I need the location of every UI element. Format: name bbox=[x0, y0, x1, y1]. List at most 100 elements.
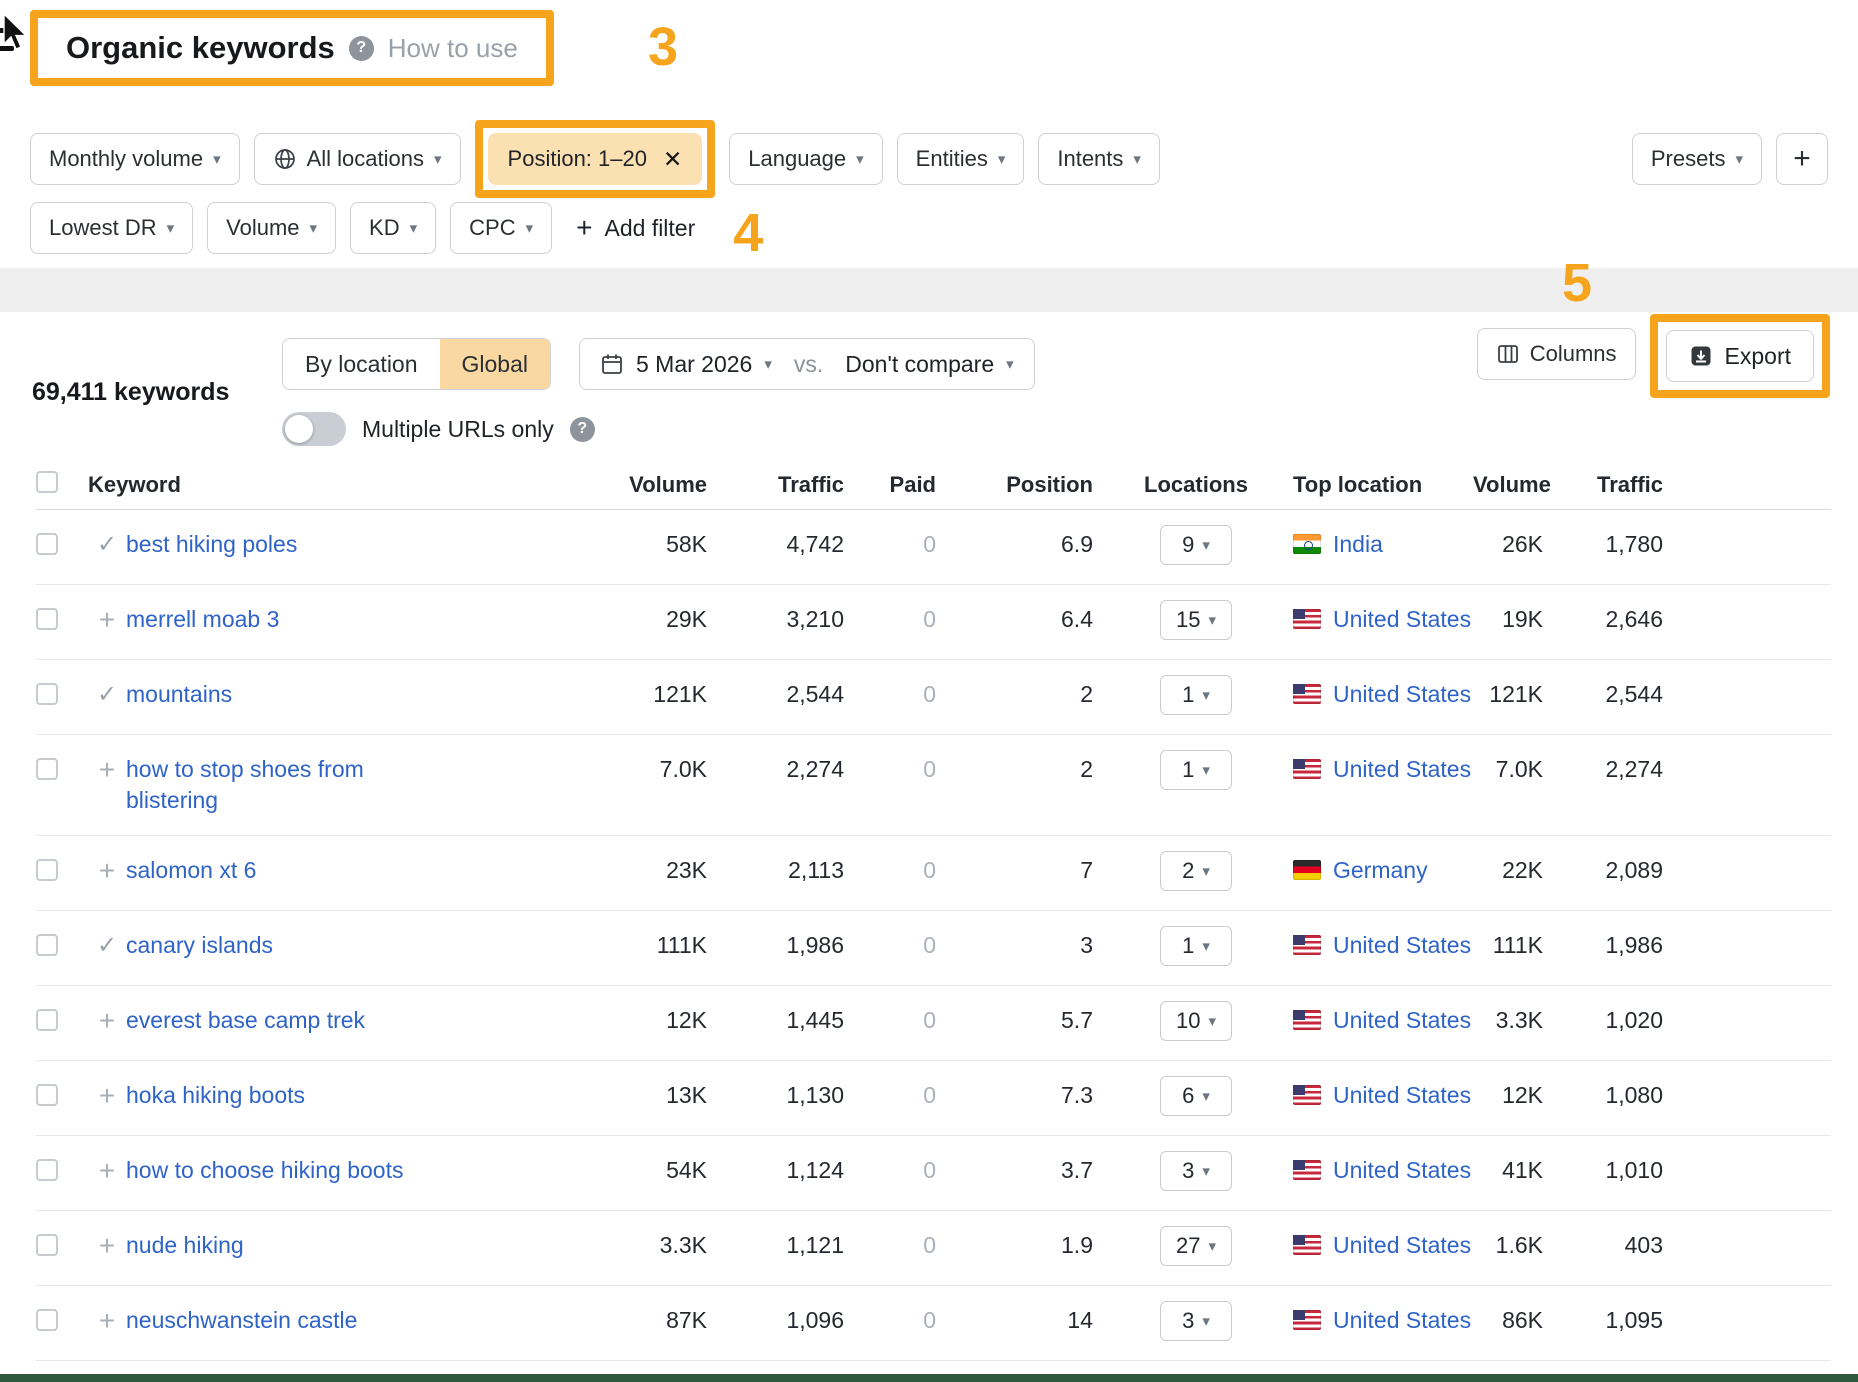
header-volume[interactable]: Volume bbox=[466, 472, 707, 498]
keyword-link[interactable]: hoka hiking boots bbox=[126, 1080, 305, 1111]
add-keyword-icon[interactable]: + bbox=[99, 855, 115, 886]
header-locations[interactable]: Locations bbox=[1093, 472, 1273, 498]
add-keyword-icon[interactable]: + bbox=[99, 1155, 115, 1186]
header-traffic-2[interactable]: Traffic bbox=[1543, 472, 1663, 498]
traffic-value: 1,124 bbox=[707, 1155, 844, 1186]
keyword-link[interactable]: best hiking poles bbox=[126, 529, 297, 560]
locations-dropdown[interactable]: 10 ▾ bbox=[1160, 1001, 1232, 1041]
locations-dropdown[interactable]: 27 ▾ bbox=[1160, 1226, 1232, 1266]
top-location-link[interactable]: United States bbox=[1333, 679, 1471, 710]
keyword-link[interactable]: nude hiking bbox=[126, 1230, 244, 1261]
row-checkbox[interactable] bbox=[36, 1234, 58, 1256]
traffic-value: 2,274 bbox=[707, 754, 844, 785]
row-checkbox[interactable] bbox=[36, 758, 58, 780]
top-location-link[interactable]: United States bbox=[1333, 604, 1471, 635]
global-tab[interactable]: Global bbox=[440, 339, 550, 389]
by-location-tab[interactable]: By location bbox=[283, 339, 440, 389]
keyword-link[interactable]: salomon xt 6 bbox=[126, 855, 256, 886]
intents-filter[interactable]: Intents ▾ bbox=[1038, 133, 1160, 185]
keyword-link[interactable]: merrell moab 3 bbox=[126, 604, 279, 635]
select-all-checkbox[interactable] bbox=[36, 471, 58, 493]
position-filter-chip[interactable]: Position: 1–20 ✕ bbox=[488, 133, 703, 185]
add-keyword-icon[interactable]: + bbox=[99, 1005, 115, 1036]
top-location-link[interactable]: United States bbox=[1333, 1305, 1471, 1336]
header-volume-2[interactable]: Volume bbox=[1473, 472, 1543, 498]
language-filter[interactable]: Language ▾ bbox=[729, 133, 882, 185]
header-traffic[interactable]: Traffic bbox=[707, 472, 844, 498]
top-location-link[interactable]: India bbox=[1333, 529, 1383, 560]
top-location-link[interactable]: United States bbox=[1333, 930, 1471, 961]
keyword-link[interactable]: canary islands bbox=[126, 930, 273, 961]
header-keyword[interactable]: Keyword bbox=[88, 472, 466, 498]
row-checkbox[interactable] bbox=[36, 934, 58, 956]
help-icon[interactable]: ? bbox=[349, 36, 374, 61]
header-top-location[interactable]: Top location bbox=[1273, 472, 1473, 498]
locations-dropdown[interactable]: 3 ▾ bbox=[1160, 1301, 1232, 1341]
columns-button[interactable]: Columns bbox=[1477, 328, 1636, 380]
help-icon[interactable]: ? bbox=[570, 417, 595, 442]
multiple-urls-toggle[interactable] bbox=[282, 412, 346, 446]
top-traffic-value: 1,080 bbox=[1543, 1080, 1663, 1111]
row-checkbox[interactable] bbox=[36, 533, 58, 555]
row-checkbox[interactable] bbox=[36, 1309, 58, 1331]
row-checkbox[interactable] bbox=[36, 859, 58, 881]
compare-select[interactable]: Don't compare ▾ bbox=[845, 351, 1013, 378]
top-location-link[interactable]: United States bbox=[1333, 1005, 1471, 1036]
position-value: 2 bbox=[936, 679, 1093, 710]
country-flag-icon bbox=[1293, 1235, 1321, 1255]
keyword-link[interactable]: neuschwanstein castle bbox=[126, 1305, 357, 1336]
add-keyword-icon[interactable]: + bbox=[99, 1305, 115, 1336]
top-location-link[interactable]: United States bbox=[1333, 1230, 1471, 1261]
top-location-link[interactable]: United States bbox=[1333, 1080, 1471, 1111]
row-checkbox[interactable] bbox=[36, 1009, 58, 1031]
all-locations-filter[interactable]: All locations ▾ bbox=[254, 133, 461, 185]
row-checkbox[interactable] bbox=[36, 608, 58, 630]
add-preset-button[interactable]: + bbox=[1776, 133, 1828, 185]
remove-filter-icon[interactable]: ✕ bbox=[663, 148, 682, 171]
keyword-link[interactable]: how to stop shoes from blistering bbox=[126, 754, 426, 816]
keyword-link[interactable]: everest base camp trek bbox=[126, 1005, 365, 1036]
locations-dropdown[interactable]: 1 ▾ bbox=[1160, 750, 1232, 790]
header-paid[interactable]: Paid bbox=[844, 472, 936, 498]
tracked-check-icon[interactable]: ✓ bbox=[97, 681, 117, 708]
tracked-check-icon[interactable]: ✓ bbox=[97, 932, 117, 959]
export-button[interactable]: Export bbox=[1666, 330, 1814, 382]
results-toolbar: 69,411 keywords By location Global 5 Mar… bbox=[0, 312, 1858, 460]
top-location-link[interactable]: Germany bbox=[1333, 855, 1428, 886]
chevron-down-icon: ▾ bbox=[998, 152, 1006, 167]
monthly-volume-filter[interactable]: Monthly volume ▾ bbox=[30, 133, 240, 185]
header-position[interactable]: Position bbox=[936, 472, 1093, 498]
filter-label: Monthly volume bbox=[49, 146, 203, 172]
traffic-value: 2,113 bbox=[707, 855, 844, 886]
presets-button[interactable]: Presets ▾ bbox=[1632, 133, 1762, 185]
add-filter-button[interactable]: + Add filter bbox=[566, 202, 705, 254]
row-checkbox[interactable] bbox=[36, 1159, 58, 1181]
row-checkbox[interactable] bbox=[36, 1084, 58, 1106]
add-keyword-icon[interactable]: + bbox=[99, 1080, 115, 1111]
chevron-down-icon: ▾ bbox=[434, 152, 442, 167]
add-keyword-icon[interactable]: + bbox=[99, 754, 115, 785]
kd-filter[interactable]: KD ▾ bbox=[350, 202, 436, 254]
top-traffic-value: 1,020 bbox=[1543, 1005, 1663, 1036]
locations-dropdown[interactable]: 2 ▾ bbox=[1160, 851, 1232, 891]
keyword-link[interactable]: mountains bbox=[126, 679, 232, 710]
locations-dropdown[interactable]: 1 ▾ bbox=[1160, 675, 1232, 715]
locations-dropdown[interactable]: 3 ▾ bbox=[1160, 1151, 1232, 1191]
tracked-check-icon[interactable]: ✓ bbox=[97, 531, 117, 558]
locations-dropdown[interactable]: 1 ▾ bbox=[1160, 926, 1232, 966]
cpc-filter[interactable]: CPC ▾ bbox=[450, 202, 552, 254]
top-location-link[interactable]: United States bbox=[1333, 754, 1471, 785]
keyword-link[interactable]: how to choose hiking boots bbox=[126, 1155, 403, 1186]
add-keyword-icon[interactable]: + bbox=[99, 604, 115, 635]
top-location-link[interactable]: United States bbox=[1333, 1155, 1471, 1186]
add-keyword-icon[interactable]: + bbox=[99, 1230, 115, 1261]
locations-dropdown[interactable]: 15 ▾ bbox=[1160, 600, 1232, 640]
how-to-use-link[interactable]: How to use bbox=[388, 33, 518, 64]
entities-filter[interactable]: Entities ▾ bbox=[897, 133, 1025, 185]
locations-dropdown[interactable]: 6 ▾ bbox=[1160, 1076, 1232, 1116]
volume-filter[interactable]: Volume ▾ bbox=[207, 202, 336, 254]
date-picker[interactable]: 5 Mar 2026 ▾ bbox=[600, 351, 772, 378]
lowest-dr-filter[interactable]: Lowest DR ▾ bbox=[30, 202, 193, 254]
row-checkbox[interactable] bbox=[36, 683, 58, 705]
locations-dropdown[interactable]: 9 ▾ bbox=[1160, 525, 1232, 565]
